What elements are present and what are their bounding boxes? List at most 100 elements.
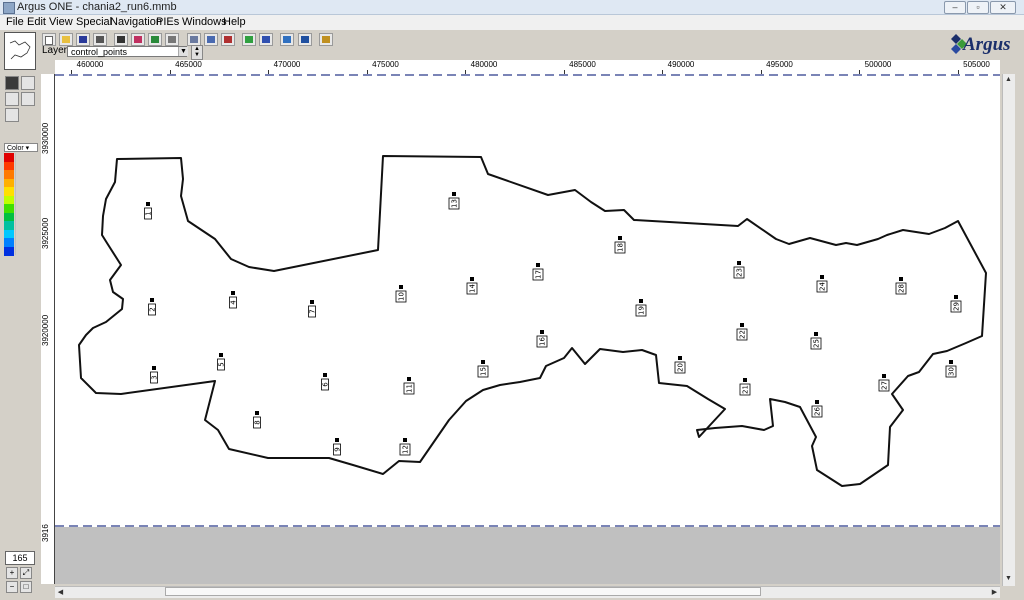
zoom-window-icon[interactable]: □	[20, 581, 32, 593]
control-point-label: 7	[309, 309, 317, 313]
minimize-button[interactable]: –	[944, 1, 966, 14]
control-point: 1	[144, 202, 153, 220]
menu-help[interactable]: Help	[221, 15, 248, 30]
control-point-label: 23	[736, 268, 744, 277]
app-icon	[3, 2, 15, 14]
control-point: 2	[148, 298, 157, 316]
color-select[interactable]: Color ▾	[4, 143, 38, 152]
control-point: 16	[536, 330, 548, 348]
vertical-scrollbar[interactable]: ▲ ▼	[1002, 74, 1015, 586]
control-point: 3	[150, 366, 159, 384]
book-button[interactable]	[298, 33, 312, 46]
control-point: 24	[816, 275, 828, 293]
horizontal-scroll-thumb[interactable]	[165, 587, 761, 596]
control-point-marker	[399, 285, 403, 289]
control-point: 25	[810, 332, 822, 350]
scroll-right-icon[interactable]: ▶	[989, 587, 1000, 598]
control-point: 30	[945, 360, 957, 378]
chart-button[interactable]	[242, 33, 256, 46]
color-select-label: Color	[7, 145, 24, 152]
print-button[interactable]	[93, 33, 107, 46]
polygon-tool-icon[interactable]	[5, 92, 19, 106]
control-point-label: 24	[819, 282, 827, 291]
layer-select[interactable]: control_points	[67, 46, 187, 57]
grid-button[interactable]	[165, 33, 179, 46]
control-point-marker	[540, 330, 544, 334]
control-point-marker	[231, 291, 235, 295]
color-tool-button[interactable]	[131, 33, 145, 46]
zoom-out-icon[interactable]: −	[6, 581, 18, 593]
control-point-marker	[899, 277, 903, 281]
control-point: 26	[811, 400, 823, 418]
scroll-left-icon[interactable]: ◀	[55, 587, 66, 598]
control-point: 21	[739, 378, 751, 396]
logo-text: Argus	[963, 34, 1011, 55]
control-point: 13	[448, 192, 460, 210]
menu-pies[interactable]: PIEs	[154, 15, 181, 30]
control-point-label: 16	[539, 337, 547, 346]
delete-button[interactable]	[221, 33, 235, 46]
control-point: 10	[395, 285, 407, 303]
control-point-marker	[618, 236, 622, 240]
export-button[interactable]	[259, 33, 273, 46]
find-button[interactable]	[114, 33, 128, 46]
control-point-label: 17	[535, 270, 543, 279]
control-point: 23	[733, 261, 745, 279]
control-point: 19	[635, 299, 647, 317]
settings-button[interactable]	[319, 33, 333, 46]
control-point: 8	[253, 411, 262, 429]
menu-file[interactable]: File	[4, 15, 26, 30]
control-point: 9	[333, 438, 342, 456]
color-panel	[15, 153, 40, 255]
control-point-label: 12	[402, 445, 410, 454]
menu-view[interactable]: View	[47, 15, 75, 30]
pointer-tool-icon[interactable]	[5, 76, 19, 90]
ruler-y-label: 3916	[41, 524, 50, 542]
model-domain-outline	[78, 155, 987, 487]
menu-edit[interactable]: Edit	[25, 15, 48, 30]
zoom-in-icon[interactable]: +	[6, 567, 18, 579]
vertical-ruler: 3930000 3925000 3920000 3916	[41, 74, 55, 584]
control-point-label: 19	[638, 306, 646, 315]
ruler-x-label: 490000	[667, 60, 695, 69]
ruler-x-label: 505000	[963, 60, 990, 69]
ruler-x-label: 480000	[470, 60, 498, 69]
scroll-down-icon[interactable]: ▼	[1003, 573, 1014, 584]
control-point-marker	[335, 438, 339, 442]
control-point-marker	[814, 332, 818, 336]
scroll-up-icon[interactable]: ▲	[1003, 74, 1014, 85]
layers-button[interactable]	[148, 33, 162, 46]
control-point-label: 30	[948, 367, 956, 376]
chevron-down-icon[interactable]: ▼	[178, 47, 188, 56]
control-point: 20	[674, 356, 686, 374]
line-tool-icon[interactable]	[21, 92, 35, 106]
color-legend	[4, 153, 14, 256]
control-point-marker	[678, 356, 682, 360]
control-point-label: 15	[480, 367, 488, 376]
control-point-marker	[452, 192, 456, 196]
save-button[interactable]	[76, 33, 90, 46]
zoom-extent-icon[interactable]: ⤢	[20, 567, 32, 579]
point-tool-icon[interactable]	[5, 108, 19, 122]
ruler-x-label: 470000	[273, 60, 301, 69]
close-button[interactable]: ✕	[990, 1, 1016, 14]
zoom-level[interactable]: 165	[5, 551, 35, 565]
maximize-button[interactable]: ▫	[967, 1, 989, 14]
overview-thumbnail[interactable]	[4, 32, 36, 70]
control-point-marker	[323, 373, 327, 377]
layer-spinner[interactable]: ▲ ▼	[191, 45, 203, 60]
control-point: 14	[466, 277, 478, 295]
control-point: 7	[308, 300, 317, 318]
ruler-x-label: 500000	[864, 60, 892, 69]
control-point: 15	[477, 360, 489, 378]
map-canvas[interactable]: 1 2 3 4 5 6 7 8 9 10 11 12 13 14 15 16 17 18 19 20 21 22 23 24 2…	[43, 70, 1000, 584]
color-swatch	[4, 246, 14, 256]
control-point-marker	[152, 366, 156, 370]
window-button[interactable]	[204, 33, 218, 46]
lasso-tool-icon[interactable]	[21, 76, 35, 90]
ruler-x-label: 460000	[76, 60, 104, 69]
navigate-button[interactable]	[280, 33, 294, 46]
control-point-marker	[146, 202, 150, 206]
control-point-label: 9	[334, 447, 342, 451]
control-point: 4	[229, 291, 238, 309]
